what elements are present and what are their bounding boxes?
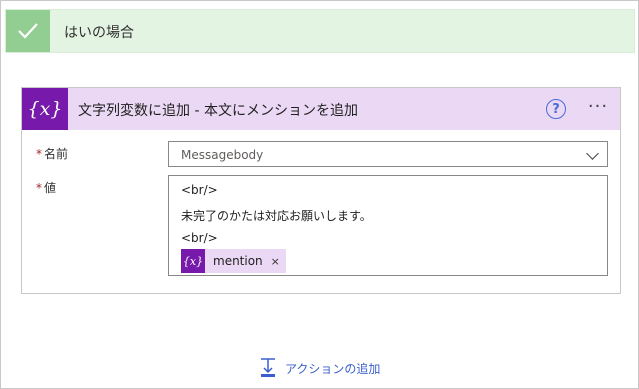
card-title: 文字列変数に追加 - 本文にメンションを追加	[78, 103, 358, 119]
append-string-variable-card: {x} 文字列変数に追加 - 本文にメンションを追加 ? ··· * 名前 Mes…	[21, 87, 621, 294]
more-options-icon[interactable]: ···	[584, 96, 612, 120]
card-header[interactable]: {x} 文字列変数に追加 - 本文にメンションを追加 ? ···	[22, 88, 620, 130]
checkmark-icon	[6, 10, 50, 52]
value-input[interactable]: <br/> 未完了のかたは対応お願いします。 <br/> {x} mention…	[168, 175, 608, 276]
required-mark: *	[36, 147, 42, 161]
remove-token-icon[interactable]: ×	[271, 249, 286, 273]
name-select-value: Messagebody	[181, 148, 264, 162]
add-action-icon	[261, 358, 275, 377]
add-action-label: アクションの追加	[285, 361, 381, 376]
flow-canvas: はいの場合 {x} 文字列変数に追加 - 本文にメンションを追加 ? ··· *…	[0, 0, 639, 389]
yes-branch-title: はいの場合	[64, 25, 134, 41]
token-label: mention	[213, 254, 263, 268]
variable-icon: {x}	[181, 249, 205, 273]
value-line: 未完了のかたは対応お願いします。	[181, 209, 372, 223]
mention-token[interactable]: {x} mention ×	[181, 249, 286, 273]
yes-branch-header[interactable]: はいの場合	[5, 9, 635, 53]
name-label-text: 名前	[44, 147, 69, 161]
chevron-down-icon[interactable]	[586, 147, 599, 160]
value-field-label: * 値	[36, 179, 56, 196]
required-mark: *	[36, 181, 42, 195]
value-label-text: 値	[44, 181, 57, 195]
name-field-label: * 名前	[36, 145, 68, 162]
value-line: <br/>	[181, 231, 218, 245]
value-line: <br/>	[181, 183, 218, 197]
help-icon[interactable]: ?	[546, 99, 566, 119]
add-action-button[interactable]: アクションの追加	[259, 357, 380, 379]
name-select[interactable]: Messagebody	[168, 141, 608, 167]
variable-icon: {x}	[22, 88, 68, 130]
